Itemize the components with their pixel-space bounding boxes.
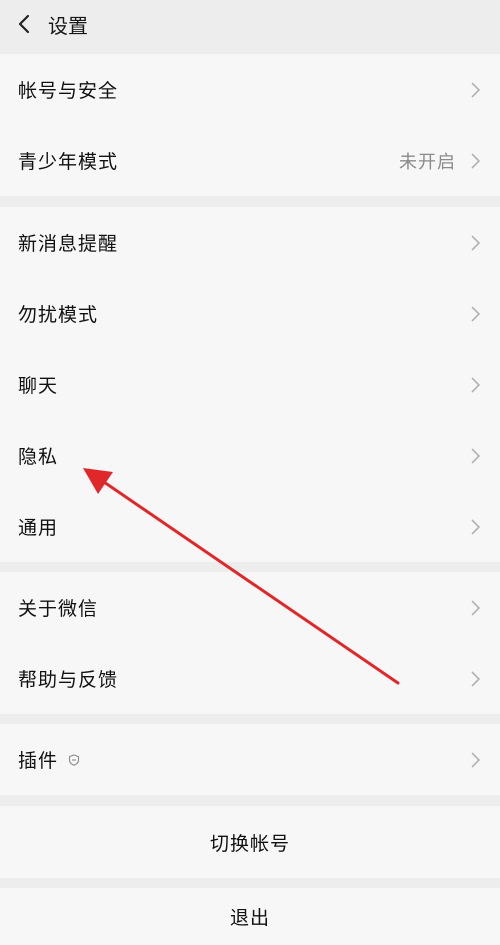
chevron-right-icon: [471, 152, 480, 169]
settings-group-general: 新消息提醒 勿扰模式 聊天 隐私 通用: [0, 207, 500, 562]
settings-group-plugins: 插件: [0, 724, 500, 795]
row-privacy[interactable]: 隐私: [0, 420, 500, 491]
top-bar: 设置: [0, 0, 500, 48]
row-help-feedback[interactable]: 帮助与反馈: [0, 643, 500, 714]
chevron-left-icon: [18, 14, 30, 34]
logout-label: 退出: [229, 907, 270, 929]
row-label: 聊天: [18, 375, 59, 397]
row-label: 勿扰模式: [18, 304, 99, 326]
chevron-right-icon: [471, 305, 480, 322]
chevron-right-icon: [471, 670, 480, 687]
row-label: 帐号与安全: [18, 80, 119, 102]
row-new-message-notify[interactable]: 新消息提醒: [0, 207, 500, 278]
switch-account-button[interactable]: 切换帐号: [0, 806, 500, 878]
chevron-right-icon: [471, 376, 480, 393]
row-label: 青少年模式: [18, 151, 119, 173]
row-do-not-disturb[interactable]: 勿扰模式: [0, 278, 500, 349]
back-button[interactable]: [2, 0, 46, 48]
chevron-right-icon: [471, 751, 480, 768]
settings-group-about: 关于微信 帮助与反馈: [0, 572, 500, 714]
row-about-wechat[interactable]: 关于微信: [0, 572, 500, 643]
logout-button[interactable]: 退出: [0, 888, 500, 945]
row-chat[interactable]: 聊天: [0, 349, 500, 420]
page-title: 设置: [48, 13, 88, 38]
shield-icon: [68, 753, 80, 766]
row-value: 未开启: [399, 151, 456, 173]
row-general[interactable]: 通用: [0, 491, 500, 562]
settings-group-account: 帐号与安全 青少年模式 未开启: [0, 54, 500, 196]
chevron-right-icon: [471, 234, 480, 251]
row-label: 通用: [18, 517, 59, 539]
row-label: 关于微信: [18, 598, 99, 620]
row-label: 插件: [18, 750, 59, 772]
chevron-right-icon: [471, 518, 480, 535]
chevron-right-icon: [471, 599, 480, 616]
row-label: 帮助与反馈: [18, 669, 119, 691]
row-label: 隐私: [18, 446, 59, 468]
row-account-security[interactable]: 帐号与安全: [0, 54, 500, 125]
chevron-right-icon: [471, 81, 480, 98]
switch-account-label: 切换帐号: [209, 832, 290, 855]
row-teen-mode[interactable]: 青少年模式 未开启: [0, 125, 500, 196]
row-label: 新消息提醒: [18, 233, 119, 255]
row-plugins[interactable]: 插件: [0, 724, 500, 795]
chevron-right-icon: [471, 447, 480, 464]
